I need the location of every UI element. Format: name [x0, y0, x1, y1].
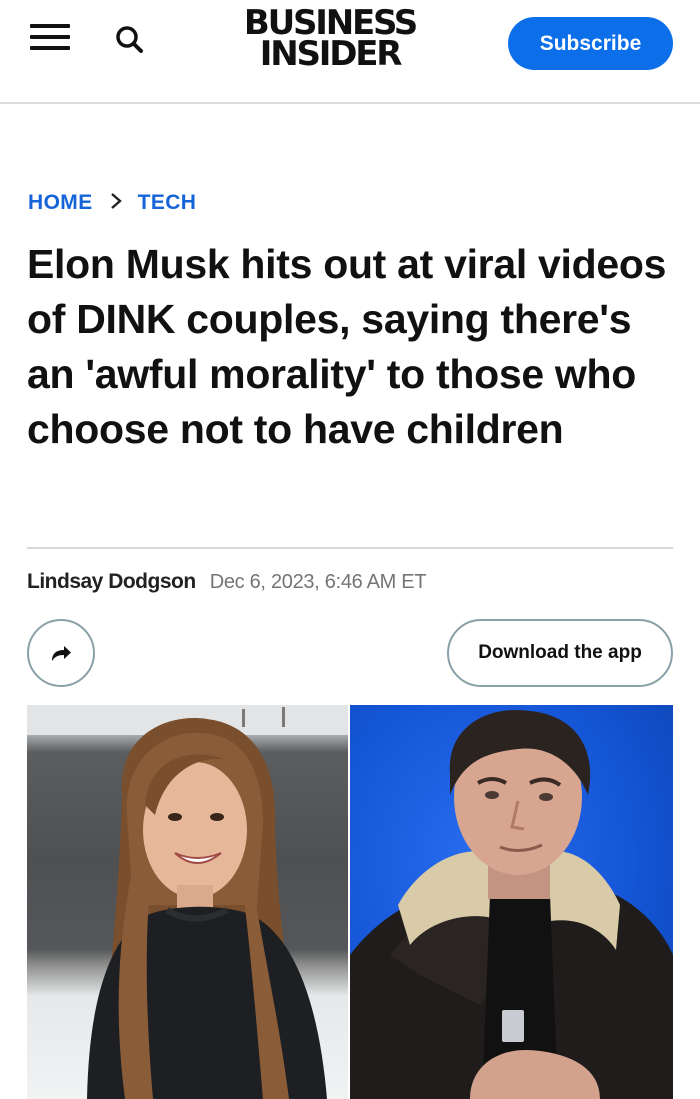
breadcrumb: HOME TECH — [28, 190, 196, 216]
subscribe-button[interactable]: Subscribe — [508, 17, 673, 70]
chevron-right-icon — [110, 190, 122, 216]
divider — [27, 547, 673, 549]
download-app-button[interactable]: Download the app — [447, 619, 673, 687]
breadcrumb-home[interactable]: HOME — [28, 191, 93, 215]
search-icon[interactable] — [114, 24, 146, 56]
woman-smiling-photo — [27, 705, 348, 1099]
hamburger-menu-icon[interactable] — [30, 24, 70, 50]
hero-image — [27, 705, 673, 1099]
business-insider-logo[interactable]: BUSINESS INSIDER — [232, 6, 428, 74]
breadcrumb-tech[interactable]: TECH — [138, 191, 197, 215]
elon-musk-photo — [350, 705, 673, 1099]
site-header: BUSINESS INSIDER Subscribe — [0, 0, 700, 104]
logo-line-2: INSIDER — [259, 34, 403, 74]
share-button[interactable] — [27, 619, 95, 687]
byline: Lindsay Dodgson Dec 6, 2023, 6:46 AM ET — [27, 570, 427, 594]
publish-date: Dec 6, 2023, 6:46 AM ET — [209, 571, 427, 593]
article-headline: Elon Musk hits out at viral videos of DI… — [27, 241, 667, 452]
share-arrow-icon — [52, 646, 71, 661]
author-name[interactable]: Lindsay Dodgson — [27, 570, 196, 594]
